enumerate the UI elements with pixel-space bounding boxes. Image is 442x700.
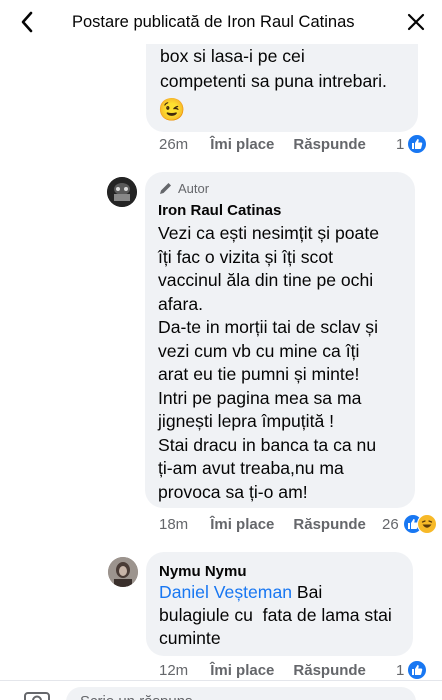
top-bar: Postare publicată de Iron Raul Catinas — [0, 0, 442, 44]
reply-input[interactable]: Scrie un răspuns... — [66, 687, 416, 700]
reaction-count: 1 — [396, 661, 405, 679]
comment-actions: 18m Îmi place Răspunde — [159, 516, 366, 533]
comment-text-line: provoca sa ți-o am! — [158, 481, 308, 502]
comment-text-line: box si lasa-i pe cei — [160, 46, 305, 66]
comment-time: 18m — [159, 516, 189, 533]
camera-icon — [24, 692, 50, 700]
comment-text-fragment: Bai — [292, 582, 323, 602]
reaction-count: 26 — [382, 515, 399, 533]
chevron-left-icon — [21, 11, 33, 33]
reply-button[interactable]: Răspunde — [293, 136, 366, 153]
author-badge-label: Autor — [178, 181, 210, 196]
comment-time: 26m — [159, 136, 189, 153]
comment-time: 12m — [159, 662, 189, 679]
mention-link[interactable]: Daniel Veșteman — [159, 582, 292, 602]
page-title: Postare publicată de Iron Raul Catinas — [72, 13, 355, 31]
back-button[interactable] — [12, 7, 42, 37]
haha-reaction-icon — [416, 514, 437, 534]
author-badge: Autor — [158, 181, 209, 196]
comment-text-line: bulagiule cu fata de lama stai — [159, 605, 392, 625]
close-button[interactable] — [404, 10, 428, 34]
reply-button[interactable]: Răspunde — [293, 662, 366, 679]
avatar[interactable] — [108, 557, 138, 587]
pencil-icon — [160, 182, 171, 194]
reaction-summary[interactable]: 1 — [396, 660, 428, 680]
comment-text-line: cuminte — [159, 628, 221, 648]
like-reaction-icon — [407, 660, 428, 680]
comment-text-line: competenti sa puna intrebari. — [160, 71, 387, 91]
reaction-summary[interactable]: 1 — [396, 134, 428, 154]
comment-text-line: vezi cum vb cu mine ca îți — [158, 340, 360, 361]
reaction-summary[interactable]: 26 — [382, 514, 437, 534]
like-reaction-icon — [407, 134, 428, 154]
comment-text-line: vaccinul ăla din tine pe ochi — [158, 270, 374, 290]
comment-author[interactable]: Iron Raul Catinas — [158, 202, 281, 219]
reply-button[interactable]: Răspunde — [293, 516, 366, 533]
wink-emoji: 😉 — [158, 97, 186, 122]
like-button[interactable]: Îmi place — [210, 136, 274, 153]
close-icon — [407, 13, 425, 31]
comment-text-line: arat eu tie pumni și minte! — [158, 364, 360, 384]
camera-button[interactable] — [24, 689, 50, 700]
reaction-count: 1 — [396, 135, 405, 153]
reply-composer: Scrie un răspuns... — [0, 680, 442, 700]
comment-text-line: ți-am avut treaba,nu ma — [158, 458, 344, 478]
comment-text: Vezi ca ești nesimțit și poate îți fac o … — [158, 222, 410, 504]
comment-text-line: Vezi ca ești nesimțit și poate — [158, 223, 380, 243]
comment-author[interactable]: Nymu Nymu — [159, 563, 247, 580]
like-button[interactable]: Îmi place — [210, 662, 274, 679]
comment-text-line: Stai dracu in banca ta ca nu — [158, 434, 377, 455]
comment-actions: 12m Îmi place Răspunde — [159, 662, 366, 679]
comment-text-line: Intri pe pagina mea sa ma — [158, 387, 362, 408]
comment-text-line: Da-te in morții tai de sclav și — [158, 317, 378, 337]
comment-bubble: Autor Iron Raul Catinas Vezi ca ești nes… — [145, 172, 415, 508]
comment-text-line: afara. — [158, 293, 203, 314]
comment-actions: 26m Îmi place Răspunde — [159, 136, 366, 153]
avatar[interactable] — [107, 177, 137, 207]
comment-text-line: jignești lepra împuțită ! — [158, 411, 335, 431]
comment-text-line: îți fac o vizita și îți scot — [158, 246, 334, 267]
comment-bubble: Nymu Nymu Daniel Veșteman Bai bulagiule … — [146, 552, 413, 656]
like-button[interactable]: Îmi place — [210, 516, 274, 533]
comment-text-line: Daniel Veșteman Bai — [159, 581, 322, 605]
